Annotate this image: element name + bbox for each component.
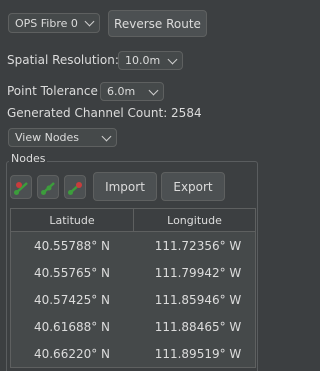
longitude-cell: 111.89519° W bbox=[154, 346, 242, 361]
table-row[interactable]: 40.66220° N 111.89519° W bbox=[11, 340, 255, 367]
route-select[interactable]: OPS Fibre 0 bbox=[8, 13, 100, 33]
latitude-cell: 40.66220° N bbox=[33, 346, 111, 361]
chevron-down-icon bbox=[101, 131, 112, 141]
edit-node-button[interactable] bbox=[37, 175, 59, 199]
remove-node-button[interactable] bbox=[64, 175, 86, 199]
spatial-resolution-select[interactable]: 10.0m bbox=[118, 51, 183, 70]
nodes-group-title: Nodes bbox=[9, 152, 48, 165]
latitude-cell: 40.55765° N bbox=[33, 265, 111, 280]
generated-channel-count: Generated Channel Count: 2584 bbox=[7, 106, 202, 120]
reverse-route-label: Reverse Route bbox=[114, 16, 201, 31]
edit-node-icon bbox=[41, 182, 55, 195]
longitude-cell: 111.72356° W bbox=[154, 238, 242, 253]
reverse-route-button[interactable]: Reverse Route bbox=[108, 10, 207, 37]
longitude-cell: 111.79942° W bbox=[154, 265, 242, 280]
latitude-cell: 40.55788° N bbox=[33, 238, 111, 253]
table-row[interactable]: 40.61688° N 111.88465° W bbox=[11, 313, 255, 340]
point-tolerance-value: 6.0m bbox=[107, 85, 136, 98]
table-row[interactable]: 40.55765° N 111.79942° W bbox=[11, 259, 255, 286]
latitude-cell: 40.61688° N bbox=[33, 319, 111, 334]
export-label: Export bbox=[173, 179, 213, 194]
spatial-resolution-value: 10.0m bbox=[125, 54, 161, 67]
chevron-down-icon bbox=[148, 85, 159, 95]
add-node-button[interactable] bbox=[10, 175, 32, 199]
chevron-down-icon bbox=[167, 54, 178, 64]
add-node-icon bbox=[14, 182, 28, 195]
route-select-value: OPS Fibre 0 bbox=[15, 16, 78, 30]
chevron-down-icon bbox=[84, 16, 95, 27]
column-header-longitude[interactable]: Longitude bbox=[134, 209, 255, 231]
table-header: Latitude Longitude bbox=[11, 209, 255, 232]
latitude-cell: 40.57425° N bbox=[33, 292, 111, 307]
longitude-cell: 111.85946° W bbox=[154, 292, 242, 307]
spatial-resolution-label: Spatial Resolution: bbox=[7, 53, 119, 67]
point-tolerance-label: Point Tolerance bbox=[7, 84, 98, 98]
export-button[interactable]: Export bbox=[161, 172, 225, 201]
view-select-value: View Nodes bbox=[15, 131, 80, 144]
nodes-table[interactable]: Latitude Longitude 40.55788° N 111.72356… bbox=[10, 208, 256, 368]
table-row[interactable]: 40.55788° N 111.72356° W bbox=[11, 232, 255, 259]
view-select[interactable]: View Nodes bbox=[8, 128, 117, 147]
remove-node-icon bbox=[68, 182, 82, 195]
point-tolerance-select[interactable]: 6.0m bbox=[100, 82, 164, 101]
column-header-latitude[interactable]: Latitude bbox=[11, 209, 134, 231]
import-label: Import bbox=[105, 179, 145, 194]
longitude-cell: 111.88465° W bbox=[154, 319, 242, 334]
import-button[interactable]: Import bbox=[93, 172, 157, 201]
table-row[interactable]: 40.57425° N 111.85946° W bbox=[11, 286, 255, 313]
